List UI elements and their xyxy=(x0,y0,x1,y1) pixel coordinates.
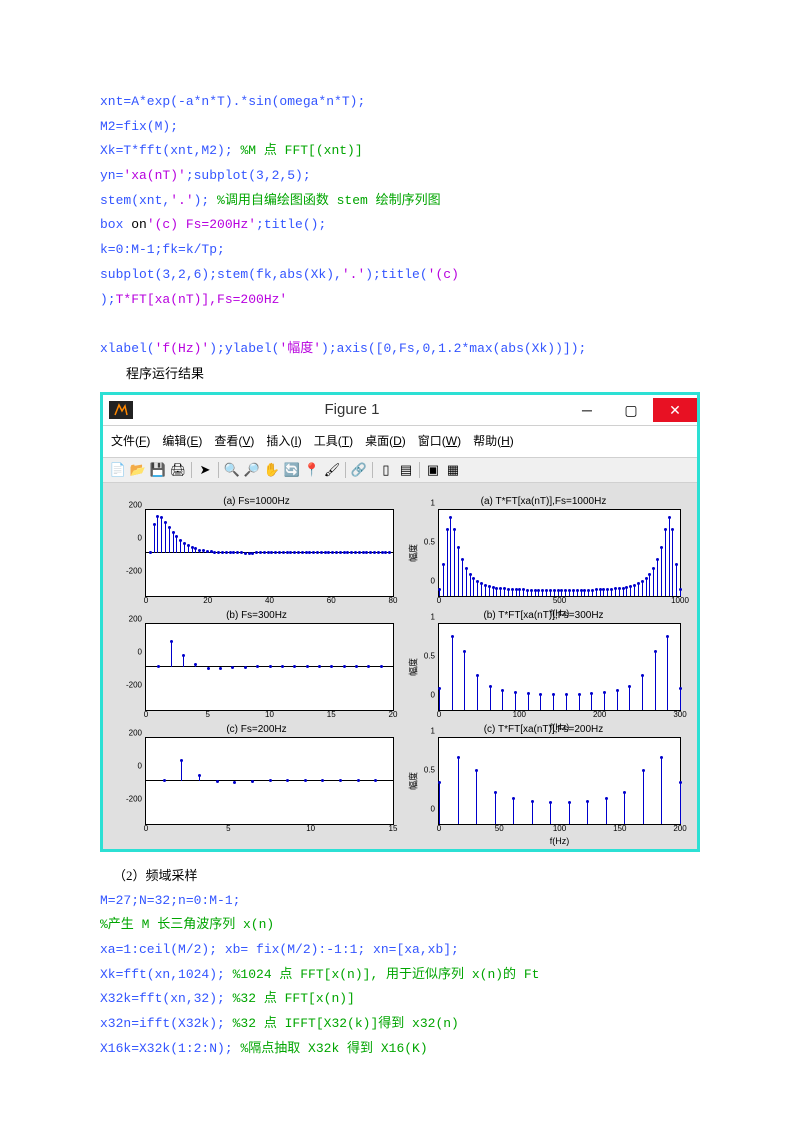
window-title: Figure 1 xyxy=(139,396,565,425)
zoomout-icon[interactable]: 🔎 xyxy=(243,461,261,479)
figure-window: Figure 1 ─ ▢ ✕ 文件(F)编辑(E)查看(V)插入(I)工具(T)… xyxy=(100,392,700,852)
print-icon[interactable]: 🖨 xyxy=(169,461,187,479)
code-block-bottom: M=27;N=32;n=0:M-1;%产生 M 长三角波序列 x(n)xa=1:… xyxy=(100,889,700,1062)
subplot-1: (a) T*FT[xa(nT)],Fs=1000Hz0500100000.51幅… xyxy=(400,497,687,611)
link-icon[interactable]: 🔗 xyxy=(350,461,368,479)
rotate-icon[interactable]: 🔄 xyxy=(283,461,301,479)
subplot-0: (a) Fs=1000Hz020406080-2000200 xyxy=(113,497,400,611)
minimize-button[interactable]: ─ xyxy=(565,398,609,422)
save-icon[interactable]: 💾 xyxy=(149,461,167,479)
maximize-button[interactable]: ▢ xyxy=(609,398,653,422)
datatip-icon[interactable]: 📍 xyxy=(303,461,321,479)
code-block-top: xnt=A*exp(-a*n*T).*sin(omega*n*T);M2=fix… xyxy=(100,90,700,362)
plot-area: (a) Fs=1000Hz020406080-2000200(a) T*FT[x… xyxy=(103,483,697,849)
matlab-icon xyxy=(109,401,133,419)
subplot-3: (b) T*FT[xa(nT)],Fs=300Hz010020030000.51… xyxy=(400,611,687,725)
plottools-icon[interactable]: ▦ xyxy=(444,461,462,479)
subplot-5: (c) T*FT[xa(nT)],Fs=200Hz05010015020000.… xyxy=(400,725,687,839)
section-2: （2）频域采样 xyxy=(100,864,700,889)
pointer-icon[interactable]: ➤ xyxy=(196,461,214,479)
colorbar-icon[interactable]: ▯ xyxy=(377,461,395,479)
new-icon[interactable]: 📄 xyxy=(109,461,127,479)
close-button[interactable]: ✕ xyxy=(653,398,697,422)
result-label: 程序运行结果 xyxy=(100,362,700,387)
brush-icon[interactable]: 🖌 xyxy=(323,461,341,479)
open-icon[interactable]: 📂 xyxy=(129,461,147,479)
legend-icon[interactable]: ▤ xyxy=(397,461,415,479)
pan-icon[interactable]: ✋ xyxy=(263,461,281,479)
toolbar[interactable]: 📄 📂 💾 🖨 ➤ 🔍 🔎 ✋ 🔄 📍 🖌 🔗 ▯ ▤ ▣ ▦ xyxy=(103,457,697,483)
menubar[interactable]: 文件(F)编辑(E)查看(V)插入(I)工具(T)桌面(D)窗口(W)帮助(H) xyxy=(103,425,697,457)
zoomin-icon[interactable]: 🔍 xyxy=(223,461,241,479)
titlebar: Figure 1 ─ ▢ ✕ xyxy=(103,395,697,425)
subplot-2: (b) Fs=300Hz05101520-2000200 xyxy=(113,611,400,725)
dock-icon[interactable]: ▣ xyxy=(424,461,442,479)
subplot-4: (c) Fs=200Hz051015-2000200 xyxy=(113,725,400,839)
